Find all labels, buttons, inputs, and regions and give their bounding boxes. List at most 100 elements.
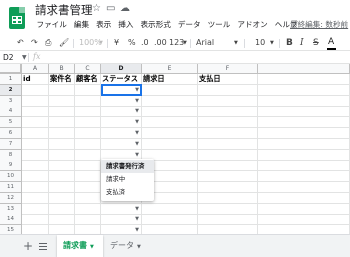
cell-a5[interactable] [22,117,49,129]
menu-format[interactable]: 表示形式 [137,18,174,32]
cell-a6[interactable] [22,128,49,139]
cell-b6[interactable] [49,128,75,139]
cell-f5[interactable] [198,117,258,129]
cell-f11[interactable] [198,182,258,193]
dropdown-option[interactable]: 請求中 [101,173,154,186]
cell-d15[interactable]: ▼ [101,225,142,234]
cell-e14[interactable] [142,214,198,226]
cell-c2[interactable] [75,84,101,96]
row-header[interactable]: 14 [0,214,22,226]
cell-b7[interactable] [49,138,75,150]
cell-a1[interactable]: id [22,74,49,85]
cell-g6[interactable] [258,128,350,139]
dropdown-arrow-icon[interactable]: ▼ [135,128,139,138]
row-header[interactable]: 5 [0,117,22,129]
active-cell-d2[interactable] [101,84,142,96]
font-family-select[interactable]: Arial [196,37,214,49]
cell-b10[interactable] [49,171,75,183]
cell-g4[interactable] [258,106,350,118]
menu-file[interactable]: ファイル [33,18,70,32]
print-icon[interactable]: ⎙ [45,37,51,49]
cell-e6[interactable] [142,128,198,139]
cell-b11[interactable] [49,182,75,193]
cell-g15[interactable] [258,225,350,234]
document-title[interactable]: 請求書管理 [35,2,93,18]
cell-c7[interactable] [75,138,101,150]
redo-icon[interactable]: ↷ [31,37,38,49]
row-header[interactable]: 15 [0,225,22,234]
cell-f15[interactable] [198,225,258,234]
cell-c9[interactable] [75,160,101,172]
column-header-a[interactable]: A [22,64,49,74]
cell-e7[interactable] [142,138,198,150]
row-header[interactable]: 13 [0,203,22,215]
cell-a10[interactable] [22,171,49,183]
cell-g3[interactable] [258,95,350,107]
column-header-f[interactable]: F [198,64,258,74]
cell-g8[interactable] [258,149,350,161]
cell-d6[interactable]: ▼ [101,128,142,139]
cell-c12[interactable] [75,192,101,204]
cell-c8[interactable] [75,149,101,161]
cell-a15[interactable] [22,225,49,234]
all-sheets-icon[interactable] [39,243,47,250]
cell-b12[interactable] [49,192,75,204]
cell-g5[interactable] [258,117,350,129]
cell-a14[interactable] [22,214,49,226]
cell-d14[interactable]: ▼ [101,214,142,226]
cell-e4[interactable] [142,106,198,118]
last-edit-link[interactable]: 最終編集: 数秒前 [290,18,348,32]
cell-c14[interactable] [75,214,101,226]
row-header[interactable]: 8 [0,149,22,161]
name-box[interactable]: D2 [3,52,14,63]
sheet-tab-data[interactable]: データ ▼ [104,235,147,257]
cell-c10[interactable] [75,171,101,183]
cell-f13[interactable] [198,203,258,215]
bold-button[interactable]: B [286,37,293,49]
menu-addons[interactable]: アドオン [234,18,271,32]
cell-b2[interactable] [49,84,75,96]
menu-data[interactable]: データ [174,18,204,32]
cell-e15[interactable] [142,225,198,234]
row-header[interactable]: 6 [0,128,22,139]
cell-b1[interactable]: 案件名 [49,74,75,85]
cell-a8[interactable] [22,149,49,161]
cell-c6[interactable] [75,128,101,139]
cell-g2[interactable] [258,84,350,96]
increase-decimal-button[interactable]: .00 [154,37,167,49]
cell-d13[interactable]: ▼ [101,203,142,215]
cell-g12[interactable] [258,192,350,204]
cell-a3[interactable] [22,95,49,107]
add-sheet-icon[interactable]: + [23,239,33,253]
cell-c13[interactable] [75,203,101,215]
row-header[interactable]: 2 [0,84,22,96]
cell-a9[interactable] [22,160,49,172]
cell-g13[interactable] [258,203,350,215]
sheets-logo-icon[interactable] [9,7,25,29]
cell-f6[interactable] [198,128,258,139]
column-header-d[interactable]: D [101,64,142,74]
currency-format-button[interactable]: ¥ [114,37,119,49]
cell-e1[interactable]: 請求日 [142,74,198,85]
column-header-g[interactable] [258,64,350,74]
cell-b13[interactable] [49,203,75,215]
row-header[interactable]: 1 [0,74,22,85]
cell-e5[interactable] [142,117,198,129]
cell-c1[interactable]: 顧客名 [75,74,101,85]
cell-a13[interactable] [22,203,49,215]
row-header[interactable]: 12 [0,192,22,204]
font-size-select[interactable]: 10 [255,37,265,49]
chevron-down-icon[interactable]: ▼ [90,244,94,250]
text-color-button[interactable]: A [328,37,334,47]
undo-icon[interactable]: ↶ [17,37,24,49]
cell-f7[interactable] [198,138,258,150]
cell-f1[interactable]: 支払日 [198,74,258,85]
cell-g1[interactable] [258,74,350,85]
cell-d7[interactable]: ▼ [101,138,142,150]
row-header[interactable]: 4 [0,106,22,118]
cell-g9[interactable] [258,160,350,172]
row-header[interactable]: 9 [0,160,22,172]
cell-e2[interactable] [142,84,198,96]
row-header[interactable]: 11 [0,182,22,193]
dropdown-option[interactable]: 支払済 [101,186,154,199]
